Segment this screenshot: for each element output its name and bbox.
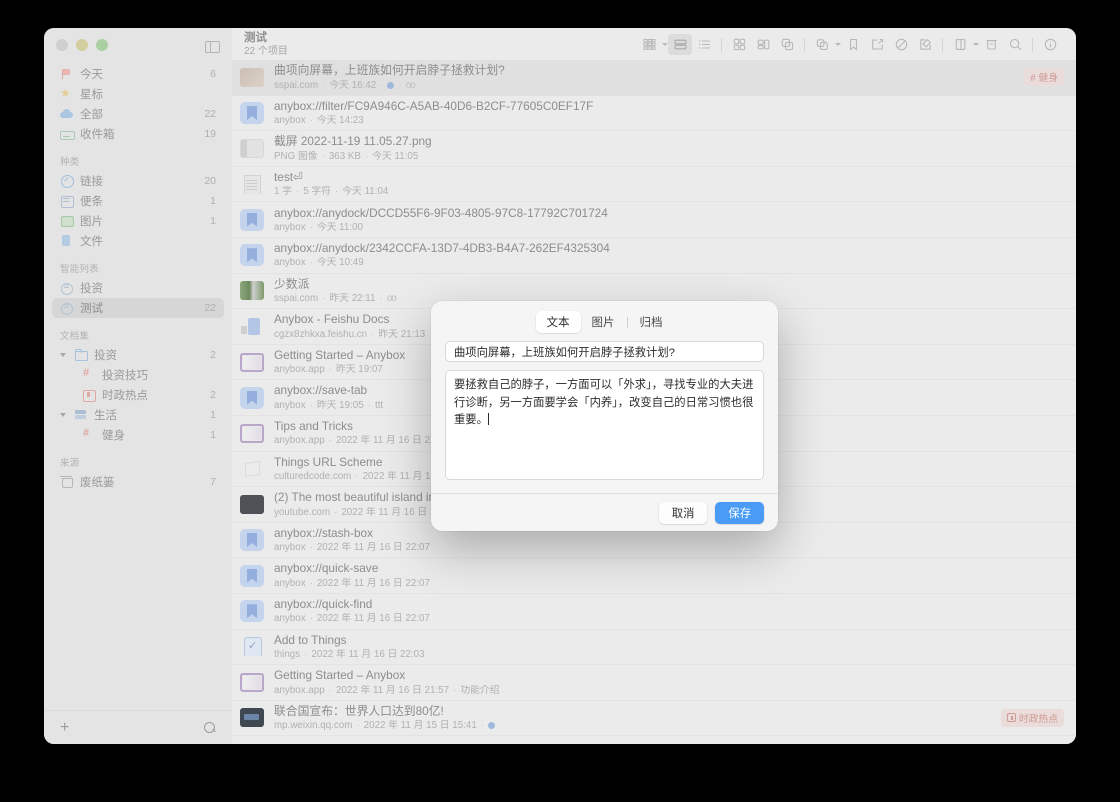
dialog-overlay: 文本 图片 归档 曲项向屏幕，上班族如何开启脖子拯救计划? 要拯救自己的脖子，一…	[44, 28, 1076, 744]
title-input[interactable]: 曲项向屏幕，上班族如何开启脖子拯救计划?	[445, 341, 764, 362]
dialog-tabs: 文本 图片 归档	[445, 311, 764, 333]
text-cursor	[488, 413, 489, 425]
tab-divider	[627, 317, 628, 328]
cancel-button[interactable]: 取消	[659, 502, 708, 524]
tab-image[interactable]: 图片	[581, 311, 626, 333]
tab-archive[interactable]: 归档	[629, 311, 674, 333]
save-button[interactable]: 保存	[715, 502, 764, 524]
app-window: 今天 6 星标 全部 22 收件箱 19 种类 链接	[44, 28, 1076, 744]
note-textarea-value: 要拯救自己的脖子，一方面可以「外求」，寻找专业的大夫进行诊断，另一方面要学会「内…	[454, 379, 753, 426]
dialog-body: 文本 图片 归档 曲项向屏幕，上班族如何开启脖子拯救计划? 要拯救自己的脖子，一…	[431, 301, 778, 493]
title-input-value: 曲项向屏幕，上班族如何开启脖子拯救计划?	[454, 344, 675, 360]
note-textarea[interactable]: 要拯救自己的脖子，一方面可以「外求」，寻找专业的大夫进行诊断，另一方面要学会「内…	[445, 370, 764, 480]
edit-dialog: 文本 图片 归档 曲项向屏幕，上班族如何开启脖子拯救计划? 要拯救自己的脖子，一…	[431, 301, 778, 531]
tab-text[interactable]: 文本	[536, 311, 581, 333]
dialog-footer: 取消 保存	[431, 493, 778, 531]
